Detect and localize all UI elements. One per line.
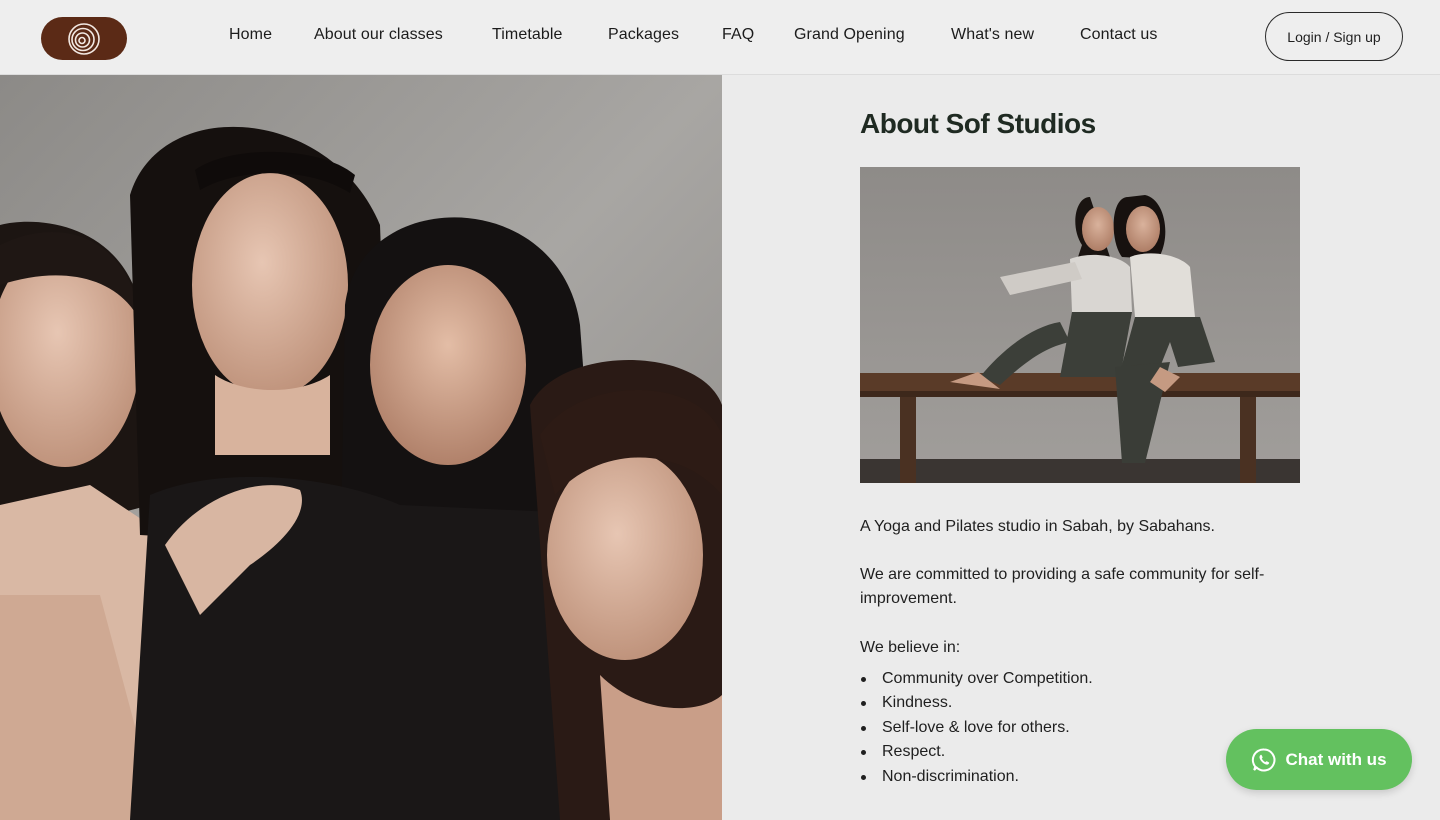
believe-heading: We believe in: — [860, 639, 961, 656]
nav-timetable[interactable]: Timetable — [492, 26, 563, 44]
intro-text: A Yoga and Pilates studio in Sabah, by S… — [860, 518, 1215, 535]
main-nav: Home About our classes Timetable Package… — [0, 0, 1440, 75]
list-item: Non-discrimination. — [860, 765, 1093, 789]
chat-with-us-button[interactable]: Chat with us — [1226, 729, 1412, 790]
chat-label: Chat with us — [1285, 749, 1387, 769]
nav-about-our-classes[interactable]: About our classes — [314, 26, 443, 44]
hero-group-photo — [0, 75, 722, 820]
page-title: About Sof Studios — [860, 108, 1096, 139]
list-item: Kindness. — [860, 691, 1093, 715]
list-item: Community over Competition. — [860, 667, 1093, 691]
commitment-text: We are committed to providing a safe com… — [860, 566, 1265, 607]
nav-contact-us[interactable]: Contact us — [1080, 26, 1157, 44]
list-item: Respect. — [860, 740, 1093, 764]
whatsapp-icon — [1252, 748, 1276, 771]
login-signup-button[interactable]: Login / Sign up — [1265, 12, 1403, 61]
about-photo — [860, 167, 1300, 483]
nav-packages[interactable]: Packages — [608, 26, 679, 44]
nav-grand-opening[interactable]: Grand Opening — [794, 26, 905, 44]
values-list: Community over Competition. Kindness. Se… — [860, 667, 1093, 789]
list-item: Self-love & love for others. — [860, 716, 1093, 740]
nav-whats-new[interactable]: What's new — [951, 26, 1034, 44]
nav-faq[interactable]: FAQ — [722, 26, 754, 44]
site-header: Home About our classes Timetable Package… — [0, 0, 1440, 75]
nav-home[interactable]: Home — [229, 26, 272, 44]
